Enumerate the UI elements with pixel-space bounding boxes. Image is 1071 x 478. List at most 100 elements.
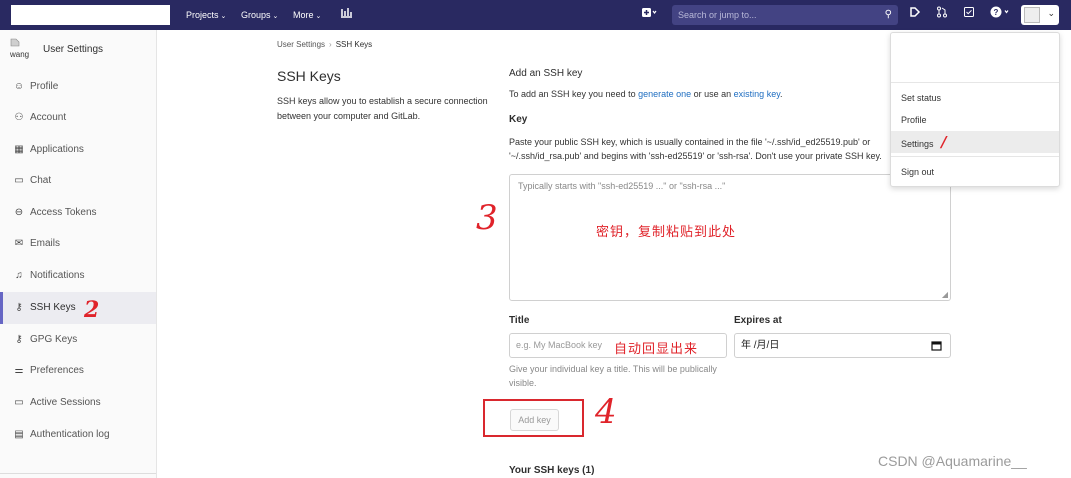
broken-image-icon	[10, 38, 20, 47]
menu-item-settings-label: Settings	[901, 139, 934, 149]
sidebar-item-profile[interactable]: ☺ Profile	[0, 71, 156, 103]
key-icon: ⚷	[15, 302, 23, 313]
breadcrumb: User Settings › SSH Keys	[277, 40, 372, 49]
nav-projects[interactable]: Projects ⌄	[186, 0, 226, 30]
title-placeholder: e.g. My MacBook key	[516, 340, 603, 350]
sidebar-item-label: Account	[30, 112, 67, 123]
page-description: SSH keys allow you to establish a secure…	[277, 96, 488, 121]
add-desc-text: or use an	[691, 89, 734, 99]
search-icon: ⚲	[884, 9, 892, 20]
sidebar-item-emails[interactable]: ✉ Emails	[0, 228, 156, 260]
nav-projects-label: Projects	[186, 10, 219, 20]
expires-date-input[interactable]: 年 /月/日	[734, 333, 951, 358]
sidebar-item-label: Access Tokens	[30, 207, 97, 218]
sidebar-item-gpg-keys[interactable]: ⚷ GPG Keys	[0, 324, 156, 356]
nav-more-label: More	[293, 10, 314, 20]
chevron-down-icon: ⌄	[272, 13, 279, 20]
help-button[interactable]: ?	[988, 0, 1014, 30]
page-title: SSH Keys	[277, 68, 341, 84]
new-item-button[interactable]	[638, 0, 660, 30]
sidebar-item-label: Applications	[30, 144, 84, 155]
sidebar-item-label: Authentication log	[30, 429, 110, 440]
activity-chart-icon[interactable]	[338, 0, 354, 30]
expires-label: Expires at	[734, 315, 782, 326]
sidebar-item-applications[interactable]: ▦ Applications	[0, 134, 156, 166]
annotation-number: 3	[476, 198, 498, 238]
preferences-icon: ⚌	[14, 365, 24, 376]
breadcrumb-current[interactable]: SSH Keys	[336, 40, 372, 49]
watermark: CSDN @Aquamarine__	[878, 453, 1027, 469]
chevron-down-icon: ⌄	[1047, 8, 1055, 18]
annotation-text: 自动回显出来	[614, 342, 699, 357]
menu-item-sign-out[interactable]: Sign out	[891, 161, 1059, 183]
sidebar-item-authentication-log[interactable]: ▤ Authentication log	[0, 419, 156, 451]
avatar: wang	[10, 38, 34, 62]
sidebar-item-account[interactable]: ⚇ Account	[0, 102, 156, 134]
search-input[interactable]: Search or jump to... ⚲	[672, 5, 898, 25]
sidebar-item-access-tokens[interactable]: ⊖ Access Tokens	[0, 197, 156, 229]
sidebar-item-chat[interactable]: ▭ Chat	[0, 165, 156, 197]
menu-item-profile[interactable]: Profile	[891, 109, 1059, 131]
log-icon: ▤	[14, 429, 24, 440]
existing-key-link[interactable]: existing key	[734, 89, 780, 99]
annotation-number: 2	[84, 297, 100, 323]
annotation-text: 密钥，复制粘贴到此处	[596, 225, 737, 240]
profile-icon: ☺	[13, 81, 25, 92]
account-icon: ⚇	[14, 112, 24, 123]
sidebar-item-label: Active Sessions	[30, 397, 101, 408]
paste-help-line: '~/.ssh/id_rsa.pub' and begins with 'ssh…	[509, 151, 882, 161]
nav-more[interactable]: More ⌄	[293, 0, 321, 30]
monitor-icon: ▭	[14, 397, 24, 408]
user-menu-button[interactable]: ⌄	[1021, 5, 1059, 25]
paste-help-line: Paste your public SSH key, which is usua…	[509, 137, 871, 147]
menu-item-set-status[interactable]: Set status	[891, 87, 1059, 109]
dropdown-header	[891, 33, 1059, 83]
date-value: 年 /月/日	[741, 340, 780, 351]
sidebar: wang User Settings ☺ Profile ⚇ Account ▦ Ap…	[0, 30, 157, 478]
divider	[891, 156, 1059, 157]
avatar-alt-text: wang	[10, 50, 30, 59]
divider	[0, 473, 156, 474]
breadcrumb-separator: ›	[329, 40, 332, 49]
applications-icon: ▦	[14, 144, 24, 155]
key-icon: ⚷	[15, 334, 23, 345]
annotation-number: /	[941, 133, 947, 151]
avatar	[1024, 7, 1040, 23]
user-dropdown-menu: Set status Profile Settings / Sign out	[890, 32, 1060, 187]
nav-groups-label: Groups	[241, 10, 271, 20]
issues-icon[interactable]	[908, 0, 922, 30]
sidebar-item-label: Emails	[30, 238, 61, 249]
sidebar-item-preferences[interactable]: ⚌ Preferences	[0, 355, 156, 387]
nav-groups[interactable]: Groups ⌄	[241, 0, 278, 30]
key-placeholder: Typically starts with "ssh-ed25519 ..." …	[518, 181, 726, 191]
calendar-icon[interactable]	[931, 334, 942, 360]
mail-icon: ✉	[14, 238, 24, 249]
sidebar-header[interactable]: wang User Settings	[10, 38, 150, 62]
plus-square-icon	[642, 8, 657, 17]
add-desc-text: To add an SSH key you need to	[509, 89, 639, 99]
add-key-title: Add an SSH key	[509, 68, 583, 79]
resize-handle-icon[interactable]: ◢	[942, 290, 948, 299]
logo[interactable]	[11, 5, 170, 25]
token-icon: ⊖	[14, 207, 24, 218]
key-label: Key	[509, 114, 528, 125]
sidebar-item-label: Profile	[30, 81, 59, 92]
your-ssh-keys-heading: Your SSH keys (1)	[509, 465, 595, 476]
merge-requests-icon[interactable]	[935, 0, 949, 30]
chat-icon: ▭	[14, 175, 24, 186]
sidebar-item-notifications[interactable]: ♫ Notifications	[0, 260, 156, 292]
add-desc-text: .	[780, 89, 783, 99]
todos-icon[interactable]	[962, 0, 976, 30]
sidebar-item-ssh-keys[interactable]: ⚷ SSH Keys	[0, 292, 156, 324]
sidebar-item-label: GPG Keys	[30, 334, 78, 345]
title-label: Title	[509, 315, 530, 326]
svg-text:?: ?	[994, 8, 999, 17]
sidebar-item-label: Chat	[30, 175, 52, 186]
menu-item-settings[interactable]: Settings /	[891, 131, 1059, 153]
chevron-down-icon: ⌄	[315, 13, 322, 20]
breadcrumb-parent[interactable]: User Settings	[277, 40, 325, 49]
generate-one-link[interactable]: generate one	[638, 89, 691, 99]
annotation-highlight-box	[483, 399, 584, 437]
sidebar-item-active-sessions[interactable]: ▭ Active Sessions	[0, 387, 156, 419]
sidebar-item-label: Notifications	[30, 270, 85, 281]
